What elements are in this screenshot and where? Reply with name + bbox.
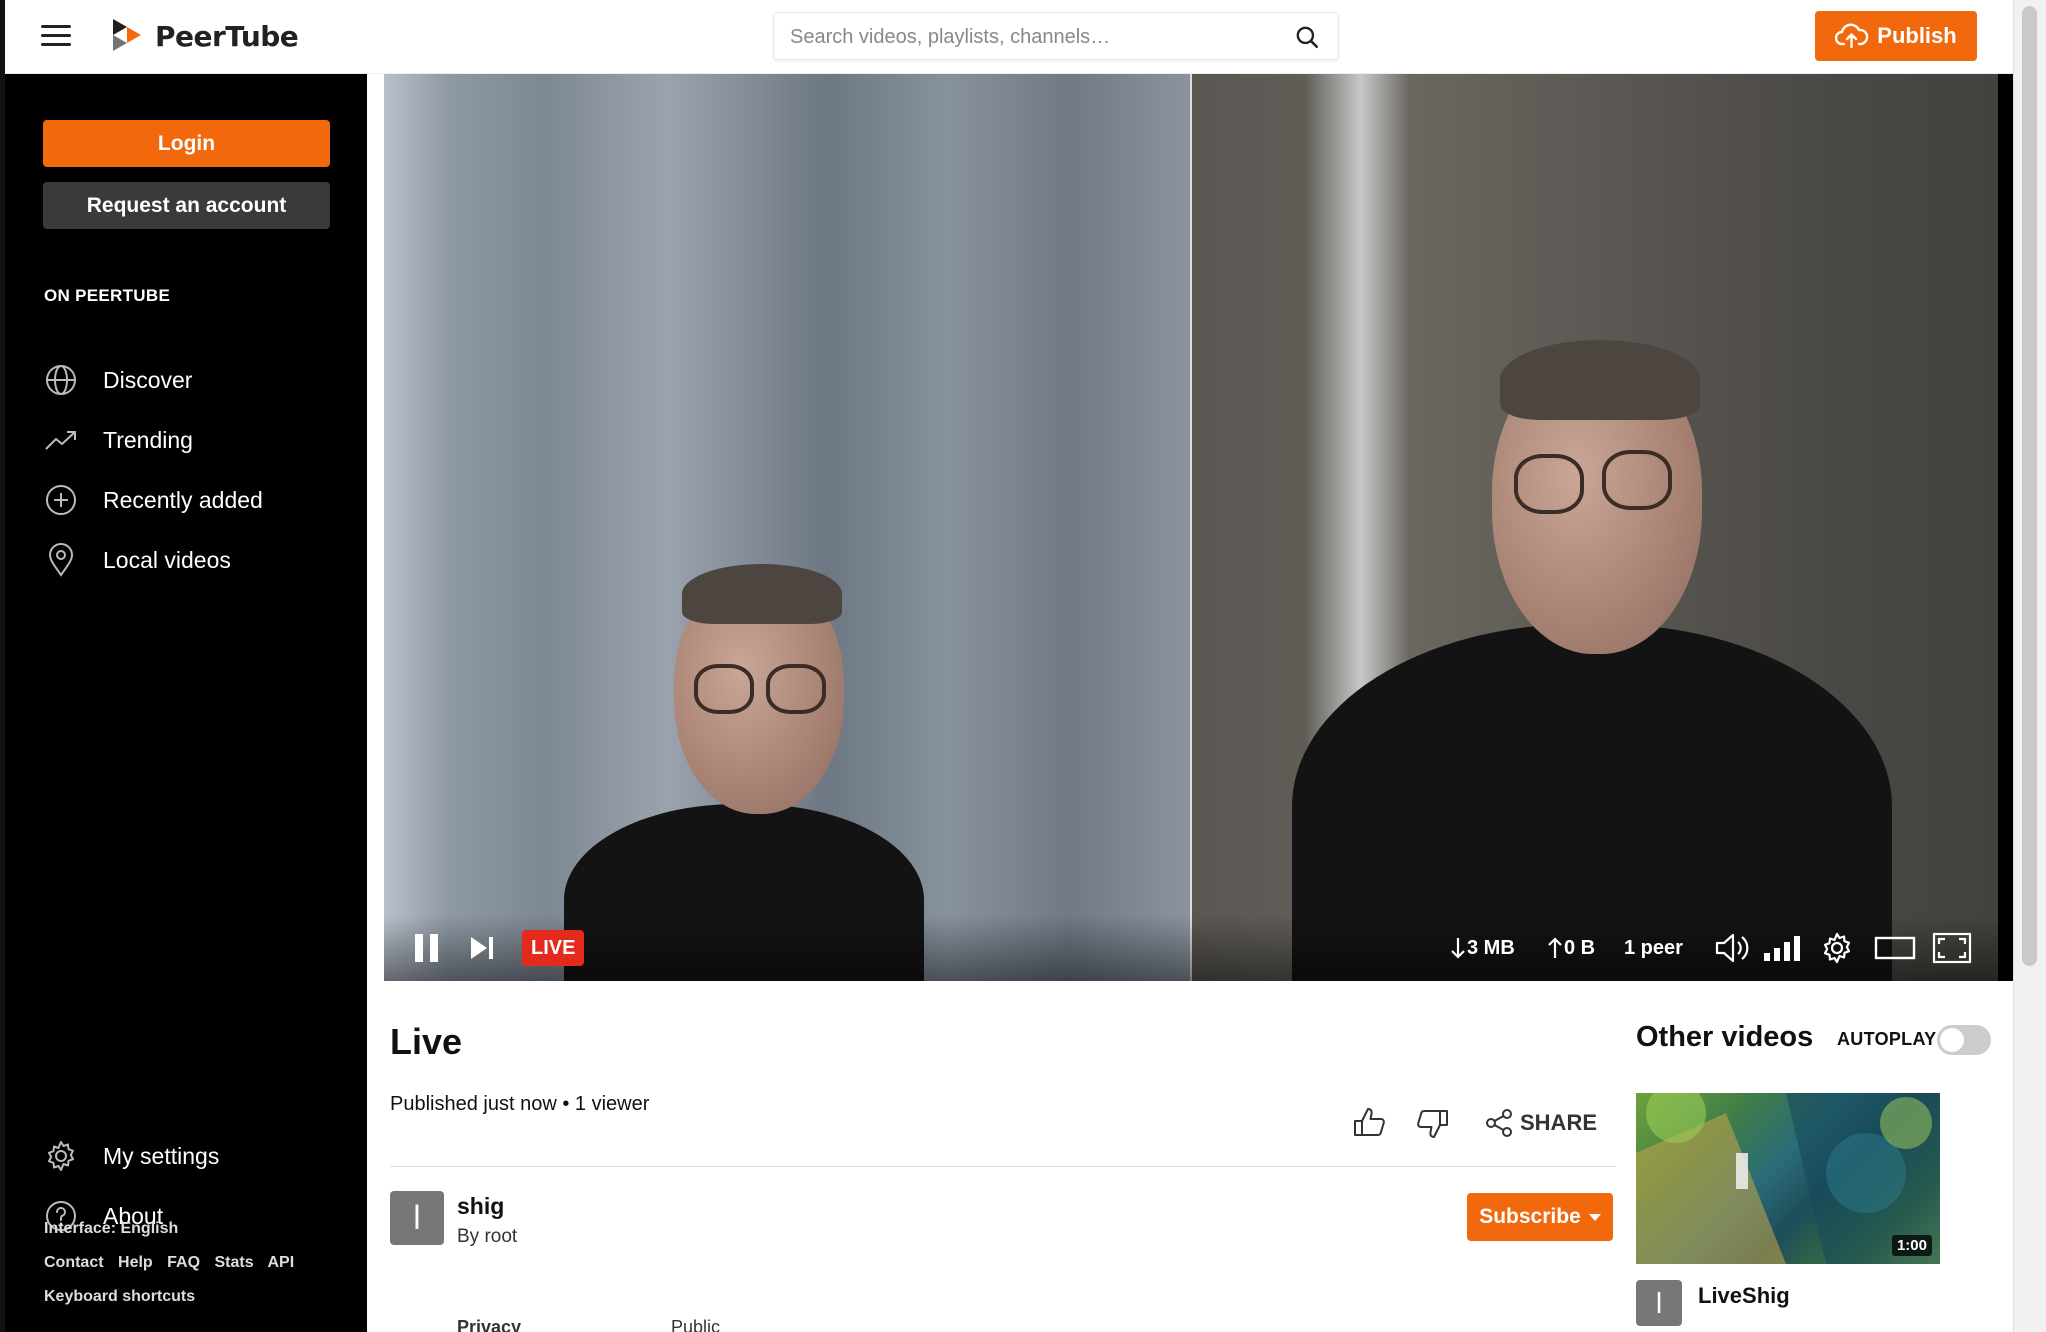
upload-value: 0 B	[1564, 936, 1596, 959]
other-videos-title: Other videos	[1636, 1021, 1814, 1053]
dislike-icon[interactable]	[1412, 1103, 1452, 1143]
autoplay-toggle[interactable]	[1937, 1025, 1991, 1055]
keyboard-shortcuts-link[interactable]: Keyboard shortcuts	[44, 1288, 205, 1306]
sidebar-item-recently-added[interactable]: Recently added	[43, 478, 333, 522]
request-account-button[interactable]: Request an account	[43, 182, 330, 229]
quality-bars-icon[interactable]	[1762, 929, 1802, 967]
channel-avatar[interactable]: l	[390, 1191, 444, 1245]
video-title: Live	[390, 1021, 463, 1062]
video-info-section: Live Published just now • 1 viewer SHARE…	[367, 981, 2013, 1332]
interface-language-label[interactable]: Interface: English	[44, 1220, 178, 1237]
app-window: PeerTube Publish Login Request an accoun…	[0, 0, 2046, 1332]
page-scrollbar[interactable]	[2013, 0, 2046, 1332]
person-left	[534, 454, 954, 981]
map-pin-icon	[43, 542, 79, 578]
plus-circle-icon	[43, 482, 79, 518]
sidebar-section-title: ON PEERTUBE	[44, 286, 171, 305]
arrow-up-icon	[1548, 937, 1562, 958]
interface-language-link[interactable]: Interface: English	[44, 1220, 188, 1238]
video-duration: 1:00	[1891, 1235, 1932, 1256]
peertube-logo[interactable]: PeerTube	[111, 16, 299, 56]
sidebar-item-label: Trending	[103, 426, 193, 453]
footer-link-contact[interactable]: Contact	[44, 1254, 104, 1271]
search-bar	[773, 12, 1339, 60]
upload-cloud-icon	[1835, 23, 1869, 49]
top-header: PeerTube Publish	[5, 0, 2013, 74]
footer-link-api[interactable]: API	[267, 1254, 294, 1271]
divider	[390, 1166, 1616, 1167]
share-button[interactable]: SHARE	[1484, 1108, 1597, 1138]
autoplay-label: AUTOPLAY	[1837, 1029, 1937, 1049]
trending-icon	[43, 422, 79, 458]
settings-gear-icon[interactable]	[1820, 929, 1854, 967]
peertube-logo-icon	[113, 19, 141, 51]
video-meta: Published just now • 1 viewer	[390, 1093, 650, 1115]
sidebar-item-my-settings[interactable]: My settings	[43, 1134, 333, 1178]
live-badge[interactable]: LIVE	[522, 929, 585, 967]
live-label: LIVE	[522, 930, 585, 966]
related-channel-avatar[interactable]: l	[1636, 1280, 1682, 1326]
sidebar-item-label: Recently added	[103, 486, 263, 513]
subscribe-label: Subscribe	[1479, 1205, 1581, 1228]
sidebar-item-label: Discover	[103, 366, 193, 393]
sidebar-item-label: Local videos	[103, 546, 231, 573]
fullscreen-icon[interactable]	[1932, 929, 1972, 967]
sidebar: Login Request an account ON PEERTUBE Dis…	[5, 74, 367, 1332]
privacy-label: Privacy	[457, 1317, 522, 1332]
share-label: SHARE	[1520, 1110, 1598, 1135]
like-icon[interactable]	[1350, 1103, 1390, 1143]
video-actions: SHARE	[1350, 1103, 1597, 1143]
channel-owner[interactable]: By root	[457, 1226, 517, 1248]
footer-links: Contact Help FAQ Stats API	[44, 1254, 304, 1272]
scrollbar-thumb[interactable]	[2022, 6, 2037, 966]
sidebar-item-trending[interactable]: Trending	[43, 418, 333, 462]
channel-name[interactable]: shig	[457, 1193, 504, 1220]
video-feed-left	[384, 74, 1190, 981]
search-icon[interactable]	[1294, 24, 1320, 50]
arrow-down-icon	[1451, 938, 1465, 959]
gear-icon	[43, 1138, 79, 1174]
sidebar-item-label: My settings	[103, 1142, 220, 1169]
peers-value: 1 peer	[1624, 936, 1683, 959]
upload-stat: 0 B	[1546, 929, 1595, 967]
player-control-bar: LIVE 3 MB 0 B 1 peer	[384, 915, 2013, 981]
video-player[interactable]: LIVE 3 MB 0 B 1 peer	[384, 74, 2013, 981]
sidebar-item-discover[interactable]: Discover	[43, 358, 333, 402]
theater-mode-icon[interactable]	[1874, 929, 1916, 967]
footer-link-help[interactable]: Help	[118, 1254, 153, 1271]
publish-label: Publish	[1877, 23, 1957, 48]
footer-link-stats[interactable]: Stats	[214, 1254, 253, 1271]
peers-stat: 1 peer	[1624, 929, 1683, 967]
toggle-knob	[1940, 1028, 1964, 1052]
brand-name: PeerTube	[155, 19, 299, 53]
search-input[interactable]	[790, 21, 1270, 53]
subscribe-button[interactable]: Subscribe	[1467, 1193, 1613, 1241]
volume-icon[interactable]	[1714, 929, 1752, 967]
person-right	[1272, 244, 1892, 981]
share-icon	[1486, 1109, 1512, 1137]
next-icon[interactable]	[468, 929, 496, 967]
video-feed-right	[1192, 74, 1998, 981]
footer-link-faq[interactable]: FAQ	[167, 1254, 200, 1271]
related-video-thumbnail[interactable]: 1:00	[1636, 1093, 1940, 1264]
login-button[interactable]: Login	[43, 120, 330, 167]
keyboard-shortcuts-label[interactable]: Keyboard shortcuts	[44, 1288, 195, 1305]
sidebar-item-local-videos[interactable]: Local videos	[43, 538, 333, 582]
privacy-value: Public	[671, 1317, 721, 1332]
related-video-name[interactable]: LiveShig	[1698, 1283, 1790, 1309]
download-stat: 3 MB	[1449, 929, 1515, 967]
pause-icon[interactable]	[412, 929, 442, 967]
hamburger-menu-icon[interactable]	[41, 25, 71, 49]
download-value: 3 MB	[1467, 936, 1515, 959]
publish-button[interactable]: Publish	[1815, 11, 1977, 61]
caret-down-icon	[1588, 1213, 1601, 1221]
globe-icon	[43, 362, 79, 398]
